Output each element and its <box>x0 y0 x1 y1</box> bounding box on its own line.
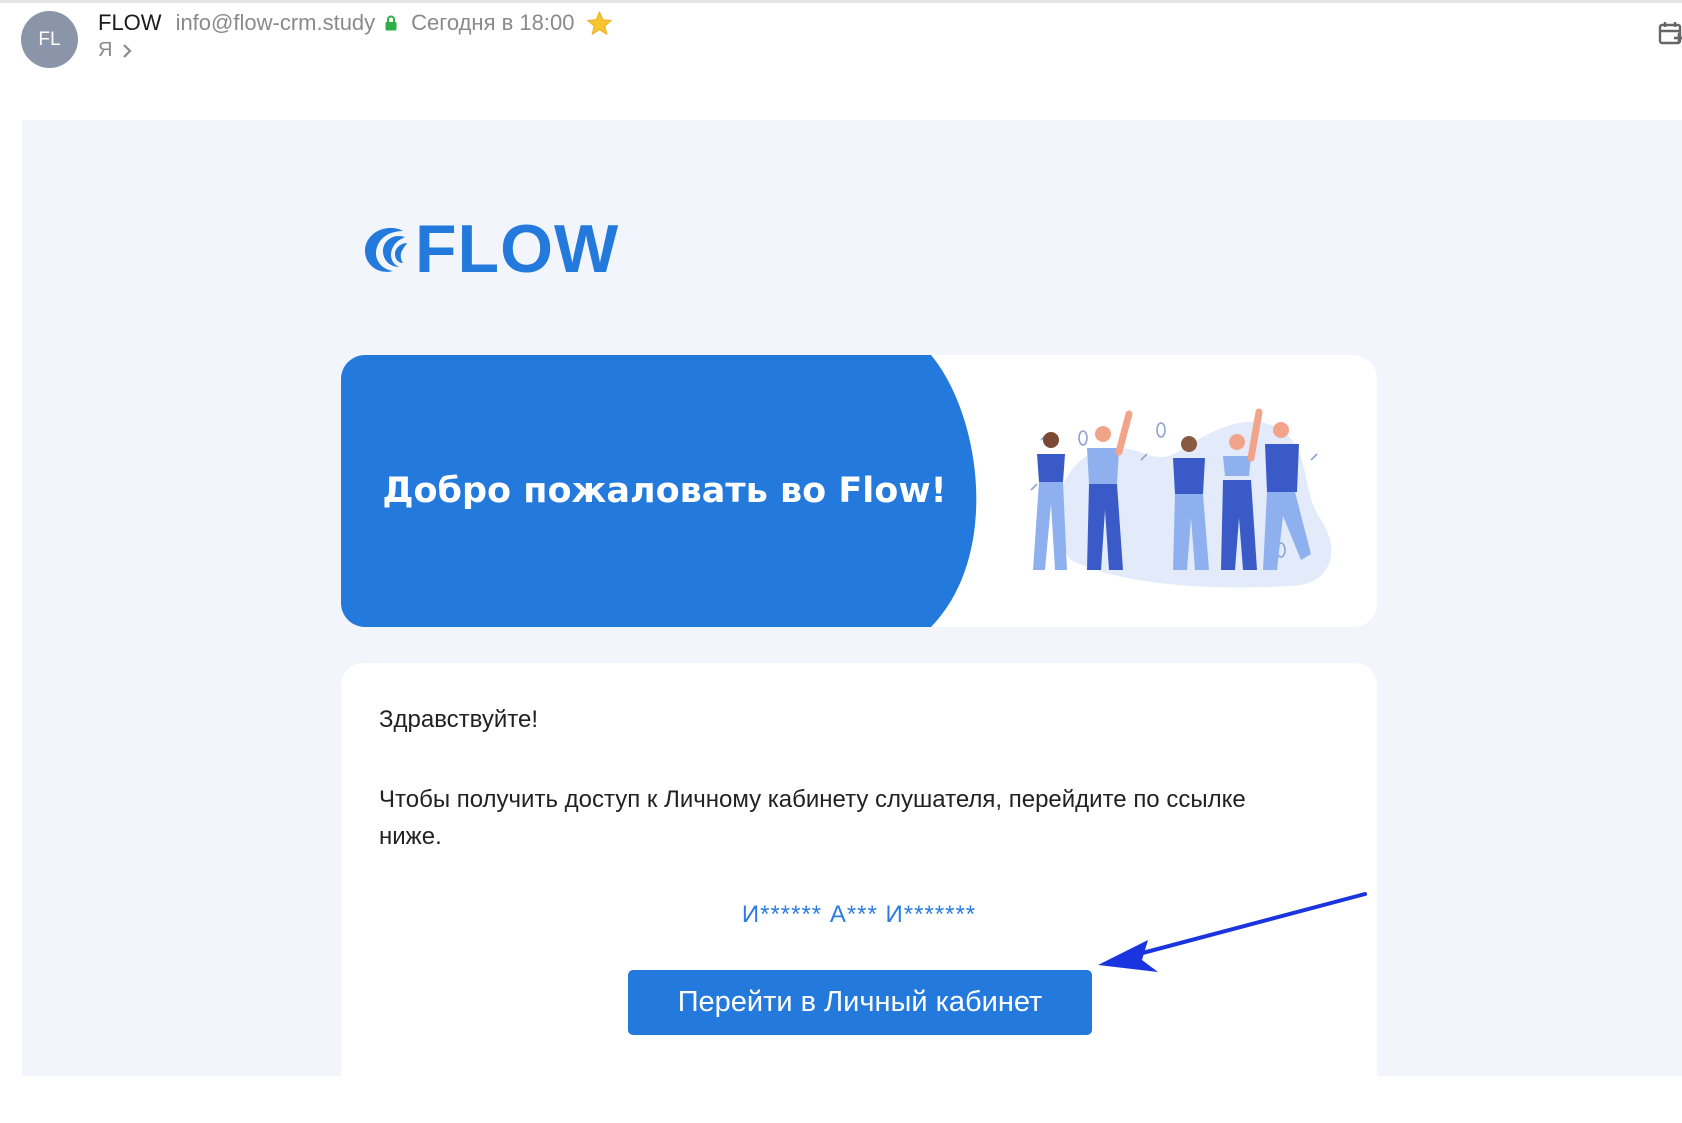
flow-logo[interactable]: FLOW <box>361 215 619 283</box>
recipient-row[interactable]: Я <box>98 39 133 62</box>
top-divider <box>0 0 1682 3</box>
recipient-label: Я <box>98 39 113 61</box>
email-body: FLOW Добро пожаловать во Flow! Здравству… <box>22 120 1682 1123</box>
greeting-text: Здравствуйте! <box>379 706 539 733</box>
chevron-right-icon <box>123 43 133 58</box>
avatar-initials: FL <box>38 28 61 50</box>
message-card: Здравствуйте! Чтобы получить доступ к Ли… <box>341 663 1377 1123</box>
logo-text: FLOW <box>415 211 620 287</box>
banner-title: Добро пожаловать во Flow! <box>382 471 947 511</box>
sender-row: FLOW info@flow-crm.study Сегодня в 18:00 <box>98 8 613 38</box>
user-name-masked: И****** А*** И******* <box>741 901 977 928</box>
wave-logo-icon <box>364 227 407 272</box>
welcome-banner: Добро пожаловать во Flow! <box>341 355 1377 627</box>
sender-name[interactable]: FLOW <box>98 10 162 36</box>
sender-email[interactable]: info@flow-crm.study <box>176 10 376 36</box>
body-text: Чтобы получить доступ к Личному кабинету… <box>379 786 1246 850</box>
star-icon[interactable] <box>586 10 613 37</box>
calendar-add-icon[interactable] <box>1658 20 1682 48</box>
lock-icon <box>385 15 397 31</box>
people-illustration <box>1030 408 1332 588</box>
sent-time: Сегодня в 18:00 <box>411 10 575 35</box>
sender-avatar[interactable]: FL <box>21 11 78 68</box>
go-to-account-button[interactable]: Перейти в Личный кабинет <box>628 970 1092 1035</box>
